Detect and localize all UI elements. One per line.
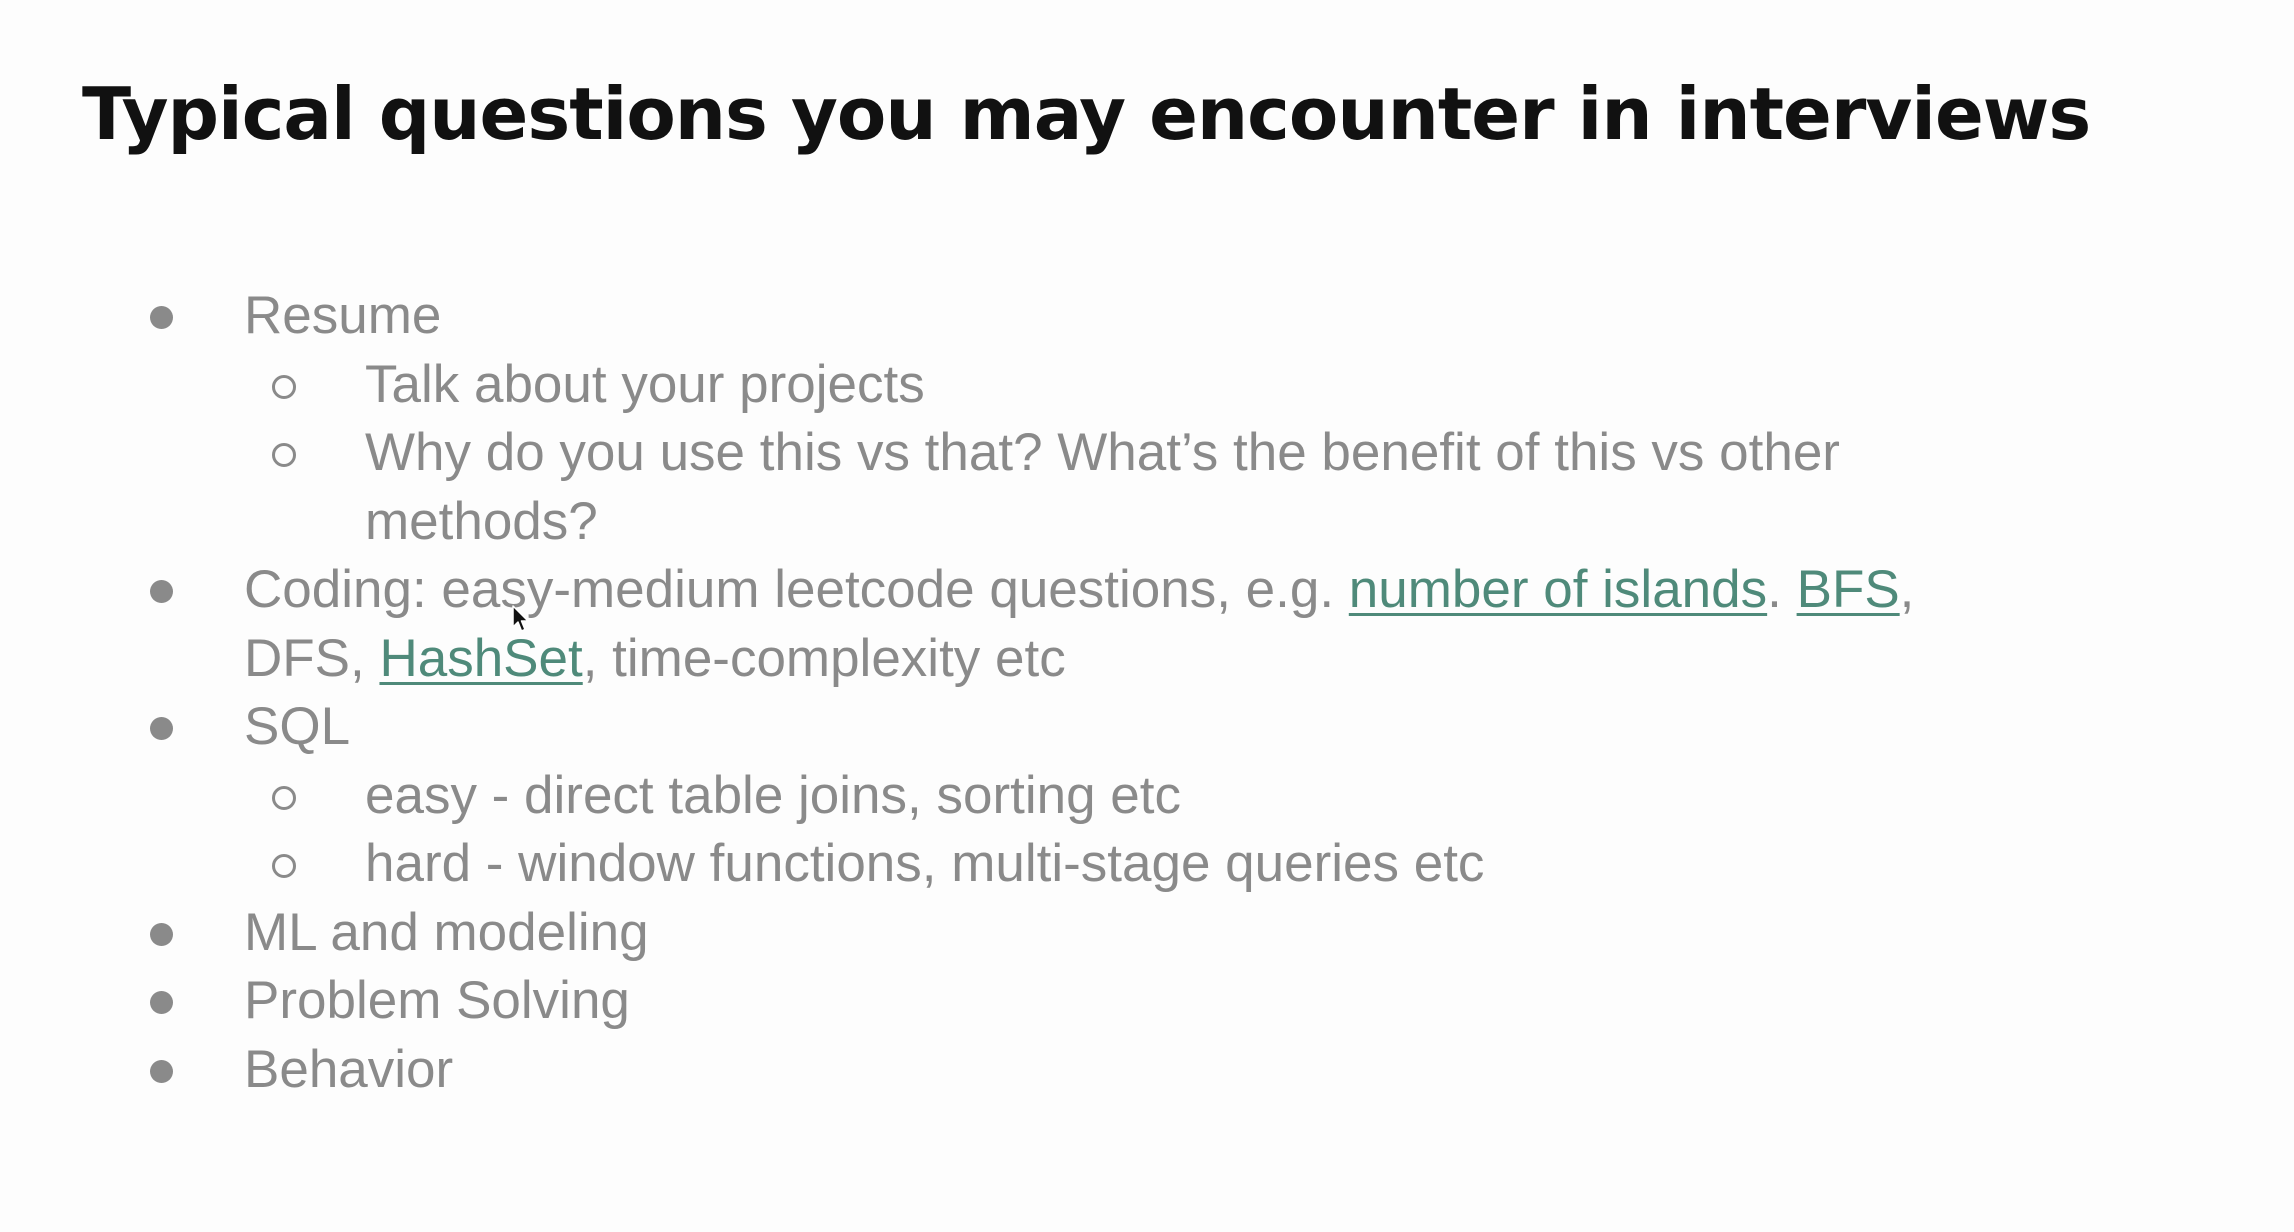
coding-line2-suffix: , time-complexity etc [582, 628, 1066, 688]
sub-item-why: Why do you use this vs that? What’s the … [0, 419, 2294, 488]
sub-item-label: easy - direct table joins, sorting etc [365, 765, 1181, 825]
list-item-label-continued: DFS, HashSet, time-complexity etc [244, 625, 1066, 694]
coding-separator: , [1899, 560, 1915, 619]
link-hashset[interactable]: HashSet [379, 629, 582, 688]
coding-line2-prefix: DFS, [244, 628, 380, 688]
list-item-coding-continued: DFS, HashSet, time-complexity etc [0, 625, 2294, 694]
coding-prefix: Coding: easy-medium leetcode questions, … [244, 560, 1349, 619]
bullet-dot-icon [150, 306, 173, 329]
list-item-label: Coding: easy-medium leetcode questions, … [244, 556, 1914, 625]
sub-item-sql-hard: hard - window functions, multi-stage que… [0, 830, 2294, 899]
list-item-sql: SQL [0, 693, 2294, 762]
list-item-resume: Resume [0, 282, 2294, 351]
sub-item-label-continued: methods? [365, 491, 598, 551]
sub-item-sql-easy: easy - direct table joins, sorting etc [0, 762, 2294, 831]
bullet-list: Resume Talk about your projects Why do y… [0, 282, 2294, 1104]
bullet-circle-icon [272, 443, 296, 467]
list-item-label: SQL [244, 697, 351, 756]
slide-title: Typical questions you may encounter in i… [82, 72, 2091, 156]
mouse-pointer-icon [512, 605, 529, 632]
slide: Typical questions you may encounter in i… [0, 0, 2294, 1232]
bullet-dot-icon [150, 922, 173, 946]
sub-item-projects: Talk about your projects [0, 351, 2294, 420]
sub-item-label: hard - window functions, multi-stage que… [365, 834, 1485, 893]
list-item-behavior: Behavior [0, 1036, 2294, 1105]
sub-item-label: Talk about your projects [365, 354, 925, 414]
list-item-label: ML and modeling [244, 902, 649, 962]
bullet-circle-icon [272, 374, 296, 399]
sub-item-label: Why do you use this vs that? What’s the … [365, 423, 1840, 482]
list-item-ml: ML and modeling [0, 899, 2294, 968]
list-item-coding: Coding: easy-medium leetcode questions, … [0, 556, 2294, 625]
bullet-dot-icon [150, 580, 173, 603]
bullet-circle-icon [272, 854, 296, 878]
coding-separator: . [1767, 560, 1797, 619]
bullet-circle-icon [272, 785, 296, 810]
sub-item-why-continued: methods? [0, 488, 2294, 557]
link-number-of-islands[interactable]: number of islands [1349, 560, 1767, 619]
list-item-problem-solving: Problem Solving [0, 967, 2294, 1036]
link-bfs[interactable]: BFS [1797, 560, 1900, 619]
list-item-label: Resume [244, 286, 442, 345]
list-item-label: Problem Solving [244, 971, 630, 1030]
bullet-dot-icon [150, 991, 173, 1014]
bullet-dot-icon [150, 717, 173, 740]
list-item-label: Behavior [244, 1039, 454, 1099]
bullet-dot-icon [150, 1059, 173, 1083]
